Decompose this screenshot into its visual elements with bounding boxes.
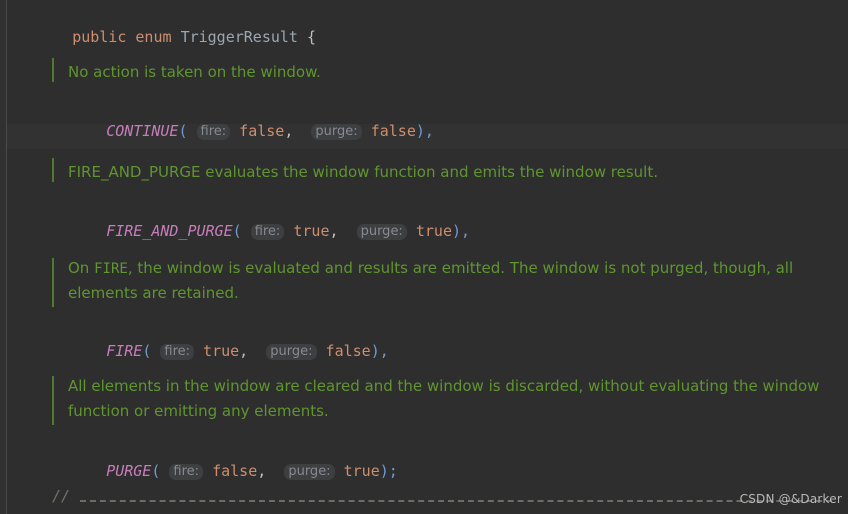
- open-brace: {: [307, 28, 317, 46]
- space-3: [298, 28, 307, 46]
- javadoc-fire-line2: elements are retained.: [68, 284, 239, 302]
- open-paren-fire: (: [142, 342, 152, 360]
- space-7: [362, 122, 371, 140]
- javadoc-bar-fire: [52, 258, 54, 307]
- bool-fire-purge: false: [212, 462, 258, 480]
- watermark-label: CSDN @&Darker: [739, 492, 842, 506]
- enum-constant-continue[interactable]: CONTINUE: [106, 122, 178, 140]
- space-18: [266, 462, 284, 480]
- enum-constant-purge[interactable]: PURGE: [106, 462, 151, 480]
- space-5: [230, 122, 239, 140]
- enum-constant-fire-and-purge[interactable]: FIRE_AND_PURGE: [106, 222, 232, 240]
- type-name-triggerresult: TriggerResult: [180, 28, 298, 46]
- line-comment-slashes: //: [52, 487, 71, 505]
- space-8: [242, 222, 251, 240]
- param-hint-purge-fire: purge:: [266, 344, 317, 360]
- param-hint-purge-purge: purge:: [284, 464, 335, 480]
- code-content[interactable]: public enum TriggerResult { No action is…: [0, 0, 848, 514]
- space-12: [151, 342, 160, 360]
- space-6: [293, 122, 311, 140]
- comma-continue: ,: [284, 122, 294, 140]
- javadoc-bar-continue: [52, 58, 54, 82]
- javadoc-bar-purge: [52, 376, 54, 425]
- param-hint-fire-fire-and-purge: fire:: [250, 224, 285, 240]
- bool-fire-fire: true: [203, 342, 240, 360]
- space-9: [284, 222, 293, 240]
- bool-purge-fire: false: [325, 342, 371, 360]
- param-hint-fire-continue: fire:: [196, 124, 231, 140]
- space-15: [317, 342, 326, 360]
- close-paren-purge: );: [379, 462, 398, 480]
- bool-purge-purge: true: [343, 462, 380, 480]
- param-hint-purge-fire-and-purge: purge:: [356, 224, 407, 240]
- space-4: [187, 122, 196, 140]
- code-editor[interactable]: public enum TriggerResult { No action is…: [0, 0, 848, 514]
- enum-constant-fire[interactable]: FIRE: [106, 342, 142, 360]
- space-16: [160, 462, 169, 480]
- param-hint-fire-purge: fire:: [169, 464, 204, 480]
- bool-purge-fire-and-purge: true: [415, 222, 452, 240]
- bool-purge-continue: false: [370, 122, 416, 140]
- space-13: [194, 342, 203, 360]
- javadoc-fire-inline-code: FIRE: [94, 261, 128, 277]
- param-hint-fire-fire: fire:: [160, 344, 195, 360]
- keyword-enum: enum: [135, 28, 172, 46]
- space-17: [203, 462, 212, 480]
- code-line-fire-and-purge[interactable]: FIRE_AND_PURGE( fire: true, purge: true)…: [52, 194, 470, 240]
- code-line-continue[interactable]: CONTINUE( fire: false, purge: false),: [52, 94, 434, 140]
- bool-fire-continue: false: [239, 122, 285, 140]
- line-comment-dashes: [80, 500, 832, 502]
- code-line-fire[interactable]: FIRE( fire: true, purge: false),: [52, 314, 389, 360]
- space-2: [172, 28, 181, 46]
- bool-fire-fire-and-purge: true: [293, 222, 330, 240]
- javadoc-fire: On FIRE, the window is evaluated and res…: [68, 256, 793, 282]
- javadoc-fire-text-2: , the window is evaluated and results ar…: [127, 259, 794, 277]
- space-11: [407, 222, 416, 240]
- comma-fire-and-purge: ,: [329, 222, 339, 240]
- open-paren-fire-and-purge: (: [232, 222, 242, 240]
- javadoc-continue: No action is taken on the window.: [68, 63, 321, 81]
- javadoc-fire-and-purge: FIRE_AND_PURGE evaluates the window func…: [68, 163, 658, 181]
- javadoc-purge-line1: All elements in the window are cleared a…: [68, 377, 820, 395]
- space-10: [339, 222, 357, 240]
- space-19: [335, 462, 344, 480]
- javadoc-fire-text-1: On: [68, 259, 95, 277]
- close-paren-fire-and-purge: ),: [451, 222, 471, 240]
- comma-purge: ,: [257, 462, 267, 480]
- space-14: [248, 342, 266, 360]
- close-paren-fire: ),: [370, 342, 389, 360]
- keyword-public: public: [72, 28, 127, 46]
- javadoc-bar-fire-and-purge: [52, 158, 54, 182]
- comma-fire: ,: [239, 342, 249, 360]
- javadoc-purge-line2: function or emitting any elements.: [68, 402, 329, 420]
- param-hint-purge-continue: purge:: [311, 124, 362, 140]
- code-line-declaration[interactable]: public enum TriggerResult {: [18, 0, 316, 46]
- code-line-purge[interactable]: PURGE( fire: false, purge: true);: [52, 434, 398, 480]
- close-paren-continue: ),: [415, 122, 434, 140]
